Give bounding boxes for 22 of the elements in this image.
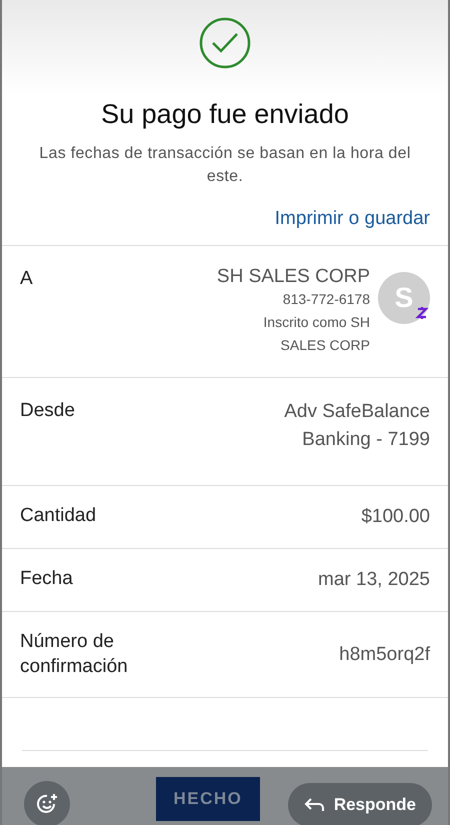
add-reaction-button[interactable]	[24, 781, 70, 825]
subtitle: Las fechas de transacción se basan en la hora del este.	[38, 144, 412, 187]
row-label: Cantidad	[20, 504, 96, 528]
page-title: Su pago fue enviado	[101, 99, 349, 130]
row-value: mar 13, 2025	[318, 568, 430, 592]
recipient-name: SH SALES CORP	[216, 266, 370, 288]
reply-button[interactable]: Responde	[288, 783, 432, 825]
row-value: $100.00	[361, 505, 430, 529]
row-value: h8m5orq2f	[339, 642, 430, 666]
row-label: A	[20, 267, 33, 291]
row-label: Desde	[20, 399, 75, 423]
reply-arrow-icon	[304, 796, 326, 814]
enrollment-note: Inscrito como SH SALES CORP	[262, 313, 370, 355]
row-label: Número de confirmación	[20, 630, 129, 679]
recipient-phone: 813-772-6178	[282, 290, 370, 309]
row-label: Fecha	[20, 567, 73, 591]
success-check-icon	[199, 17, 251, 69]
row-value: Adv SafeBalance Banking - 7199	[283, 400, 430, 452]
done-button[interactable]: HECHO	[156, 777, 260, 821]
zelle-badge-icon	[414, 304, 430, 322]
smiley-plus-icon	[35, 792, 59, 816]
print-or-save-link[interactable]: Imprimir o guardar	[274, 208, 430, 230]
